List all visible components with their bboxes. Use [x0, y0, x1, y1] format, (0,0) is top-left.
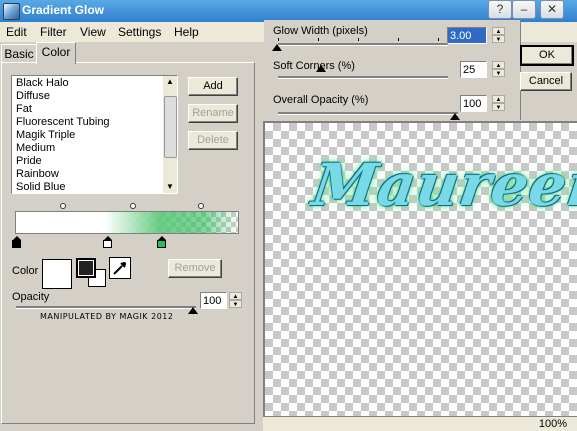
help-icon[interactable]: ?: [488, 0, 512, 19]
glow-width-label: Glow Width (pixels): [273, 25, 368, 37]
add-button[interactable]: Add: [188, 77, 238, 96]
glow-width-ticks: [278, 38, 448, 41]
preview-text: Maureen: [308, 151, 577, 219]
glow-width-track[interactable]: [278, 43, 448, 46]
gradient-stop[interactable]: [157, 236, 166, 248]
remove-button[interactable]: Remove: [168, 259, 222, 278]
menu-view[interactable]: View: [80, 25, 106, 39]
title-bar: Gradient Glow ? – ✕: [0, 0, 577, 22]
menu-filter[interactable]: Filter: [40, 25, 67, 39]
soft-corners-thumb[interactable]: [316, 65, 326, 72]
menu-help[interactable]: Help: [174, 25, 199, 39]
soft-corners-input[interactable]: 25: [460, 61, 487, 78]
preview-canvas[interactable]: Maureen: [263, 121, 577, 418]
list-scrollbar[interactable]: ▲ ▼: [163, 76, 177, 193]
tab-basic[interactable]: Basic: [1, 44, 37, 63]
scrollbar-thumb[interactable]: [164, 96, 177, 158]
gradient-stop[interactable]: [103, 236, 112, 248]
overall-opacity-input[interactable]: 100: [460, 95, 487, 112]
rename-button[interactable]: Rename: [188, 104, 238, 123]
foreground-color-swatch[interactable]: [76, 258, 96, 278]
opacity-label: Opacity: [12, 291, 50, 303]
cancel-button[interactable]: Cancel: [520, 72, 572, 91]
soft-corners-track[interactable]: [278, 76, 448, 79]
opacity-slider-thumb[interactable]: [188, 307, 198, 314]
list-item[interactable]: Fat: [16, 103, 32, 116]
soft-corners-label: Soft Corners (%): [273, 60, 355, 72]
overall-opacity-spinner[interactable]: ▲ ▼: [492, 95, 505, 112]
gradient-preview-bar[interactable]: [15, 211, 239, 234]
gradient-stop[interactable]: [12, 236, 21, 248]
glow-width-input[interactable]: 3.00: [447, 27, 487, 44]
list-item[interactable]: Magik Triple: [16, 129, 75, 142]
glow-width-thumb[interactable]: [272, 44, 282, 51]
watermark-text: MANIPULATED BY MAGIK 2012: [40, 312, 174, 321]
menu-settings[interactable]: Settings: [118, 25, 161, 39]
midpoint-marker[interactable]: [60, 203, 66, 209]
glow-width-spinner[interactable]: ▲ ▼: [492, 27, 505, 44]
overall-opacity-track[interactable]: [278, 112, 458, 115]
app-icon: [3, 3, 20, 20]
scroll-down-icon[interactable]: ▼: [163, 181, 177, 193]
overall-opacity-thumb[interactable]: [450, 113, 460, 120]
list-item[interactable]: Solid Blue: [16, 181, 66, 193]
minimize-icon[interactable]: –: [512, 0, 536, 19]
list-item[interactable]: Fluorescent Tubing: [16, 116, 110, 129]
menu-edit[interactable]: Edit: [6, 25, 27, 39]
midpoint-marker[interactable]: [130, 203, 136, 209]
opacity-slider-track[interactable]: [16, 306, 196, 309]
zoom-level: 100%: [538, 418, 567, 430]
settings-panel: Glow Width (pixels) 3.00 ▲ ▼ Soft Corners…: [264, 20, 521, 120]
midpoint-marker[interactable]: [198, 203, 204, 209]
scroll-up-icon[interactable]: ▲: [163, 76, 177, 88]
color-swatch[interactable]: [42, 259, 72, 289]
soft-corners-spinner[interactable]: ▲ ▼: [492, 61, 505, 78]
close-icon[interactable]: ✕: [540, 0, 564, 19]
opacity-spinner[interactable]: ▲ ▼: [229, 292, 242, 309]
preset-list[interactable]: Black Halo Diffuse Fat Fluorescent Tubin…: [11, 75, 178, 194]
tab-color[interactable]: Color: [36, 42, 76, 64]
overall-opacity-label: Overall Opacity (%): [273, 94, 369, 106]
status-bar: 100%: [263, 416, 577, 431]
list-item[interactable]: Rainbow: [16, 168, 59, 181]
list-item[interactable]: Black Halo: [16, 77, 69, 90]
opacity-input[interactable]: 100: [200, 292, 227, 309]
list-item[interactable]: Medium: [16, 142, 55, 155]
list-item[interactable]: Diffuse: [16, 90, 50, 103]
list-item[interactable]: Pride: [16, 155, 42, 168]
window-title: Gradient Glow: [22, 3, 105, 17]
color-label: Color: [12, 265, 39, 277]
eyedropper-icon[interactable]: [109, 257, 131, 279]
delete-button[interactable]: Delete: [188, 131, 238, 150]
ok-button[interactable]: OK: [520, 45, 574, 66]
